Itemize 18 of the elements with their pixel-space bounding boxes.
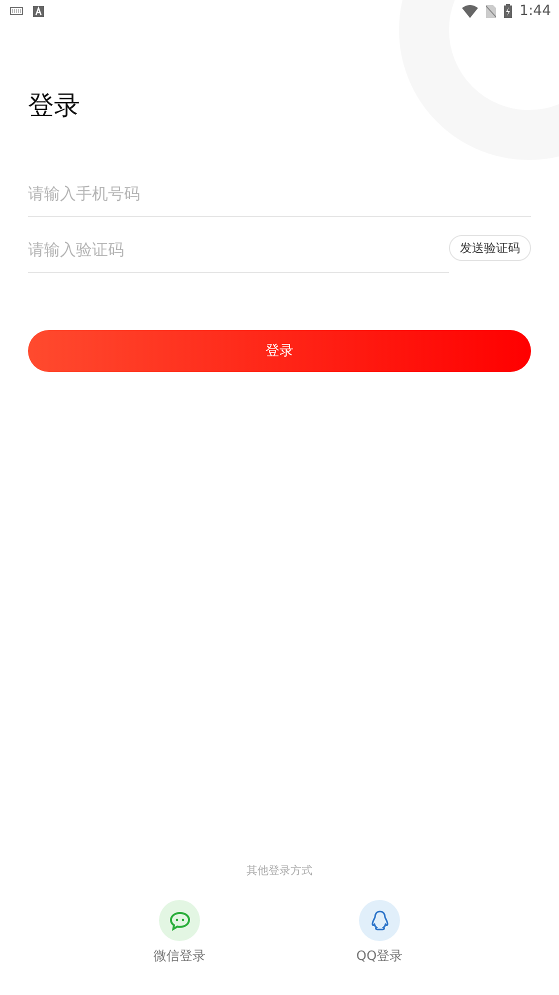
login-option-label: 微信登录 xyxy=(154,948,206,965)
chat-bubble-icon xyxy=(168,910,190,930)
battery-charging-icon xyxy=(504,4,512,18)
page-title: 登录 xyxy=(28,90,81,122)
code-input-field[interactable]: 请输入验证码 xyxy=(28,226,449,273)
penguin-icon xyxy=(370,910,388,931)
clock-time: 1:44 xyxy=(520,3,551,19)
app-notification-icon xyxy=(33,6,44,16)
wifi-icon xyxy=(462,4,478,18)
keyboard-icon xyxy=(10,7,23,15)
wechat-login-button[interactable] xyxy=(159,900,200,941)
login-option-label: QQ登录 xyxy=(356,948,403,965)
other-login-label: 其他登录方式 xyxy=(246,863,312,878)
send-code-button[interactable]: 发送验证码 xyxy=(449,235,531,261)
login-button[interactable]: 登录 xyxy=(28,330,531,372)
no-sim-icon xyxy=(486,4,496,18)
phone-input-field[interactable]: 请输入手机号码 xyxy=(28,170,531,217)
qq-login-button[interactable] xyxy=(359,900,400,941)
